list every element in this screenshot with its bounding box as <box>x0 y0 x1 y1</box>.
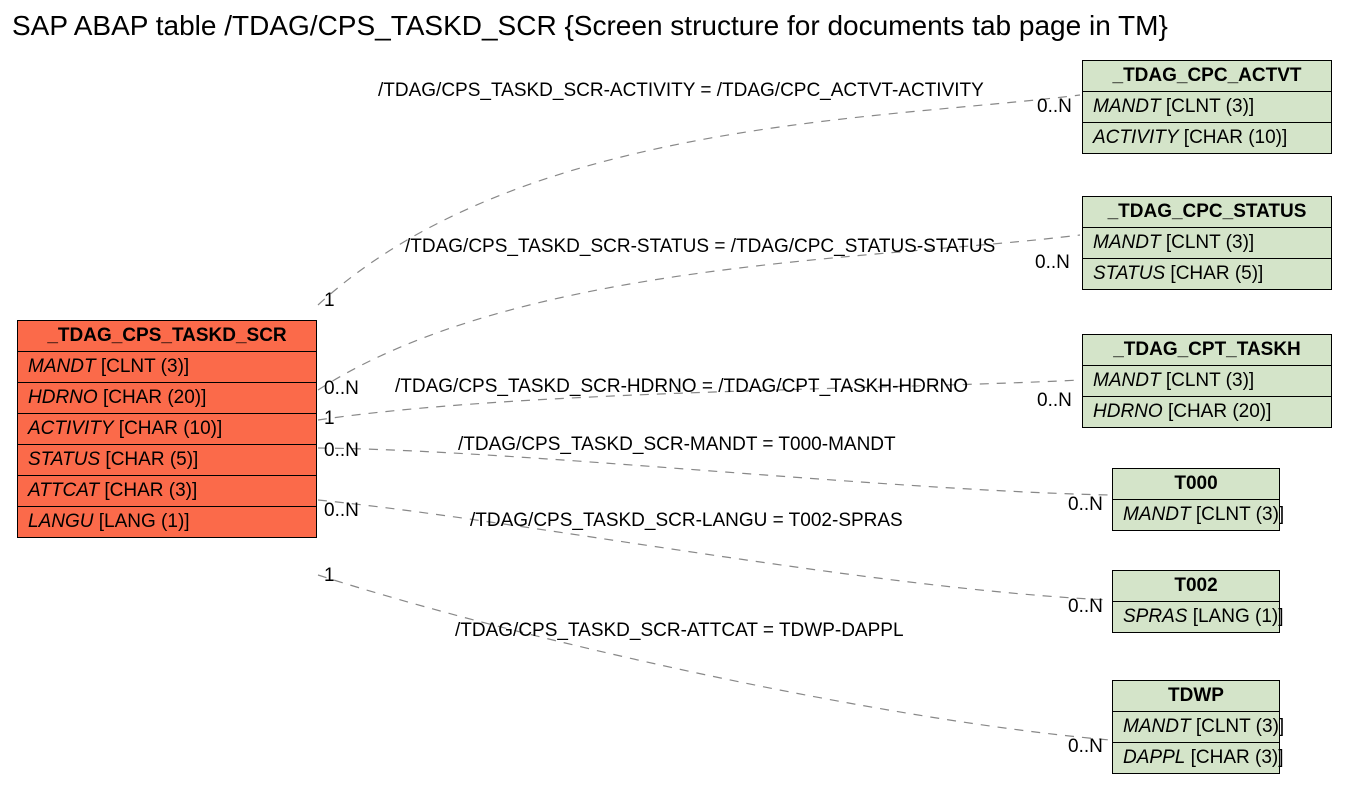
relation-label: /TDAG/CPS_TASKD_SCR-ACTIVITY = /TDAG/CPC… <box>378 80 984 102</box>
entity-main-field: ACTIVITY [CHAR (10)] <box>18 414 316 445</box>
entity-field: MANDT [CLNT (3)] <box>1113 500 1279 530</box>
entity-main-field: LANGU [LANG (1)] <box>18 507 316 537</box>
entity-header: TDWP <box>1113 681 1279 712</box>
entity-main-field: HDRNO [CHAR (20)] <box>18 383 316 414</box>
entity-main: _TDAG_CPS_TASKD_SCR MANDT [CLNT (3)] HDR… <box>17 320 317 538</box>
entity-field: DAPPL [CHAR (3)] <box>1113 743 1279 773</box>
entity-field: MANDT [CLNT (3)] <box>1083 366 1331 397</box>
entity-header: _TDAG_CPC_STATUS <box>1083 197 1331 228</box>
entity-field: SPRAS [LANG (1)] <box>1113 602 1279 632</box>
entity-status: _TDAG_CPC_STATUS MANDT [CLNT (3)] STATUS… <box>1082 196 1332 290</box>
entity-header: T002 <box>1113 571 1279 602</box>
entity-field: MANDT [CLNT (3)] <box>1083 228 1331 259</box>
cardinality-right: 0..N <box>1068 736 1103 758</box>
entity-t002: T002 SPRAS [LANG (1)] <box>1112 570 1280 633</box>
entity-header: T000 <box>1113 469 1279 500</box>
relation-label: /TDAG/CPS_TASKD_SCR-MANDT = T000-MANDT <box>458 434 896 456</box>
entity-header: _TDAG_CPT_TASKH <box>1083 335 1331 366</box>
cardinality-left: 1 <box>324 408 335 430</box>
entity-taskh: _TDAG_CPT_TASKH MANDT [CLNT (3)] HDRNO [… <box>1082 334 1332 428</box>
cardinality-right: 0..N <box>1068 596 1103 618</box>
cardinality-left: 0..N <box>324 378 359 400</box>
cardinality-left: 0..N <box>324 500 359 522</box>
entity-field: MANDT [CLNT (3)] <box>1113 712 1279 743</box>
relation-label: /TDAG/CPS_TASKD_SCR-STATUS = /TDAG/CPC_S… <box>405 236 995 258</box>
cardinality-left: 1 <box>324 565 335 587</box>
entity-main-field: MANDT [CLNT (3)] <box>18 352 316 383</box>
cardinality-right: 0..N <box>1068 494 1103 516</box>
cardinality-right: 0..N <box>1037 96 1072 118</box>
entity-tdwp: TDWP MANDT [CLNT (3)] DAPPL [CHAR (3)] <box>1112 680 1280 774</box>
entity-field: HDRNO [CHAR (20)] <box>1083 397 1331 427</box>
relation-label: /TDAG/CPS_TASKD_SCR-HDRNO = /TDAG/CPT_TA… <box>395 376 968 398</box>
entity-main-field: ATTCAT [CHAR (3)] <box>18 476 316 507</box>
page-title: SAP ABAP table /TDAG/CPS_TASKD_SCR {Scre… <box>12 10 1168 42</box>
cardinality-right: 0..N <box>1037 390 1072 412</box>
entity-main-header: _TDAG_CPS_TASKD_SCR <box>18 321 316 352</box>
entity-actvt: _TDAG_CPC_ACTVT MANDT [CLNT (3)] ACTIVIT… <box>1082 60 1332 154</box>
entity-field: ACTIVITY [CHAR (10)] <box>1083 123 1331 153</box>
cardinality-left: 0..N <box>324 440 359 462</box>
relation-label: /TDAG/CPS_TASKD_SCR-ATTCAT = TDWP-DAPPL <box>455 620 904 642</box>
entity-field: MANDT [CLNT (3)] <box>1083 92 1331 123</box>
cardinality-right: 0..N <box>1035 252 1070 274</box>
entity-t000: T000 MANDT [CLNT (3)] <box>1112 468 1280 531</box>
entity-field: STATUS [CHAR (5)] <box>1083 259 1331 289</box>
entity-header: _TDAG_CPC_ACTVT <box>1083 61 1331 92</box>
cardinality-left: 1 <box>324 290 335 312</box>
relation-label: /TDAG/CPS_TASKD_SCR-LANGU = T002-SPRAS <box>470 510 903 532</box>
entity-main-field: STATUS [CHAR (5)] <box>18 445 316 476</box>
